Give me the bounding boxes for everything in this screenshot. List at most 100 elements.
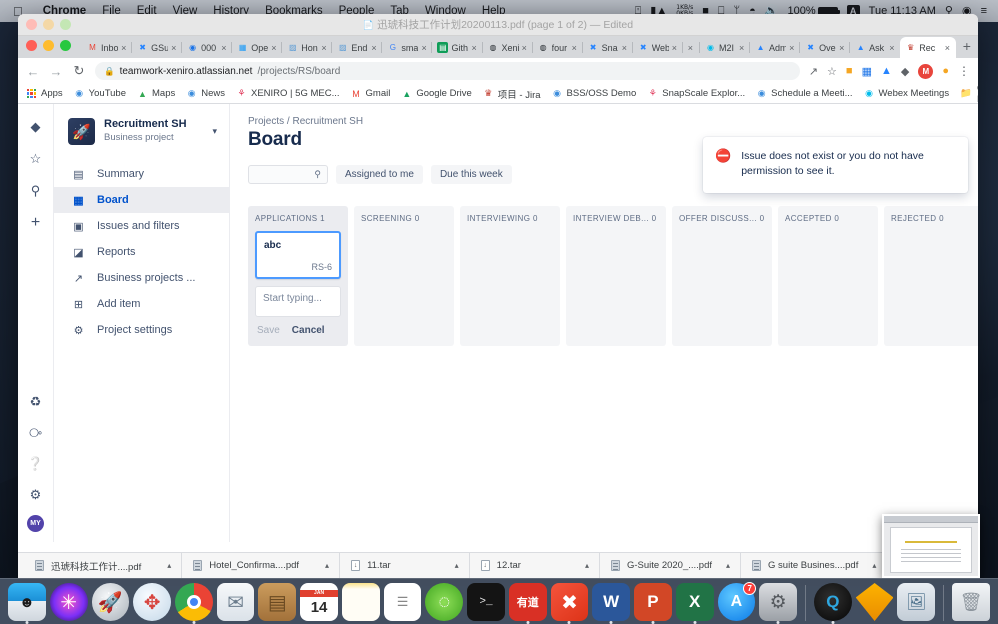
dock-xmind[interactable]: ✖ [551, 583, 589, 621]
tab-close-icon[interactable]: × [421, 43, 428, 53]
bookmark-webex-meetings[interactable]: ◉Webex Meetings [864, 88, 950, 99]
tab-6[interactable]: Gsma× [382, 37, 432, 58]
tab-8[interactable]: ◍Xeni× [483, 37, 533, 58]
search-icon[interactable]: ⚲ [25, 180, 47, 202]
dock-calendar[interactable]: JAN14 [300, 583, 338, 621]
dock-launchpad[interactable]: 🚀 [92, 583, 130, 621]
download-item[interactable]: 12.tar ▴ [469, 553, 599, 579]
dock-reminders[interactable]: ☰ [384, 583, 422, 621]
starred-icon[interactable]: ☆ [25, 148, 47, 170]
chevron-up-icon[interactable]: ▴ [455, 561, 459, 570]
extension-atlassian-icon[interactable]: ▲ [881, 65, 892, 77]
sidebar-item-board[interactable]: ▦ Board [54, 187, 229, 213]
tab-17-active[interactable]: ♛Rec× [900, 37, 956, 58]
bookmark-star-icon[interactable]: ☆ [827, 65, 837, 78]
app-switcher-icon[interactable]: ⧂ [25, 422, 47, 444]
user-avatar[interactable]: MY [27, 515, 44, 532]
dock-quicktime[interactable]: Q [814, 583, 852, 621]
dock-finder[interactable]: ☻ [8, 583, 46, 621]
dock-powerpoint[interactable]: P [634, 583, 672, 621]
chrome-window-controls[interactable] [26, 40, 71, 51]
tab-close-icon[interactable]: × [121, 43, 128, 53]
bookmark-jira-projects[interactable]: ♛项目 - Jira [483, 87, 541, 101]
sidebar-item-issues-and-filters[interactable]: ▣ Issues and filters [54, 213, 229, 239]
tab-16[interactable]: ▲Ask× [850, 37, 900, 58]
chevron-up-icon[interactable]: ▴ [726, 561, 730, 570]
tab-4[interactable]: ▨Hon× [282, 37, 332, 58]
tab-0[interactable]: MInbo× [82, 37, 132, 58]
bookmark-google-drive[interactable]: ▲Google Drive [401, 88, 471, 99]
bookmark-gmail[interactable]: MGmail [351, 88, 391, 99]
profile-avatar[interactable]: M [918, 64, 933, 79]
back-arrow-icon[interactable]: ← [26, 64, 40, 79]
forward-arrow-icon[interactable]: → [49, 64, 63, 79]
extension-dark-icon[interactable]: ◆ [901, 65, 909, 78]
tab-close-icon[interactable]: × [221, 43, 228, 53]
extension-orange-icon[interactable]: ■ [846, 65, 853, 77]
extension-blue-icon[interactable]: ▦ [862, 65, 872, 78]
new-issue-input[interactable]: Start typing... [255, 286, 341, 317]
tab-strip[interactable]: MInbo× ✖GSu× ◉000× ▦Ope× ▨Hon× ▨End× Gsm… [18, 36, 978, 58]
dock-contacts[interactable]: ▤ [258, 583, 296, 621]
sidebar-item-business-projects[interactable]: ↗ Business projects ... [54, 265, 229, 291]
tab-1[interactable]: ✖GSu× [132, 37, 182, 58]
board-column-screening[interactable]: SCREENING 0 [354, 206, 454, 346]
fullscreen-button[interactable] [60, 40, 71, 51]
update-icon[interactable]: ● [942, 65, 949, 77]
tab-close-icon[interactable]: × [945, 43, 952, 53]
tab-close-icon[interactable]: × [271, 43, 278, 53]
dock-word[interactable]: W [592, 583, 630, 621]
dock-sketch[interactable] [856, 583, 894, 621]
board-column-applications[interactable]: APPLICATIONS 1 abc RS-6 Start typing... … [248, 206, 348, 346]
close-button[interactable] [26, 40, 37, 51]
dock-safari[interactable]: ✥ [133, 583, 171, 621]
sidebar-item-add-item[interactable]: ⊞ Add item [54, 291, 229, 317]
sidebar-item-project-settings[interactable]: ⚙ Project settings [54, 317, 229, 343]
minimize-button[interactable] [43, 40, 54, 51]
filter-assigned-to-me-button[interactable]: Assigned to me [336, 165, 423, 184]
tab-close-icon[interactable]: × [889, 43, 896, 53]
feedback-icon[interactable]: ♻ [25, 391, 47, 413]
tab-3[interactable]: ▦Ope× [232, 37, 282, 58]
tab-10[interactable]: ✖Sna× [583, 37, 633, 58]
dock-preview[interactable]: 🖼 [897, 583, 935, 621]
bookmark-snapscale[interactable]: ⚘SnapScale Explor... [647, 88, 745, 99]
dock-excel[interactable]: X [676, 583, 714, 621]
bookmark-xeniro[interactable]: ⚘XENIRO | 5G MEC... [236, 88, 340, 99]
tab-close-icon[interactable]: × [672, 43, 679, 53]
tab-14[interactable]: ▲Adm× [750, 37, 800, 58]
bookmark-youtube[interactable]: ◉YouTube [74, 88, 126, 99]
tab-13[interactable]: ◉M2I× [700, 37, 750, 58]
tab-close-icon[interactable]: × [688, 43, 695, 53]
tab-close-icon[interactable]: × [321, 43, 328, 53]
board-column-interview-debrief[interactable]: INTERVIEW DEB... 0 [566, 206, 666, 346]
new-tab-button[interactable]: + [956, 38, 978, 56]
sidebar-item-reports[interactable]: ◪ Reports [54, 239, 229, 265]
download-item[interactable]: 迅琥科技工作计....pdf ▴ [24, 553, 181, 579]
tab-15[interactable]: ✖Ove× [800, 37, 850, 58]
chevron-up-icon[interactable]: ▴ [585, 561, 589, 570]
bookmark-news[interactable]: ◉News [186, 88, 225, 99]
download-item[interactable]: 11.tar ▴ [339, 553, 469, 579]
bookmark-apps[interactable]: Apps [26, 88, 63, 99]
help-icon[interactable]: ❔ [25, 453, 47, 475]
save-button[interactable]: Save [257, 325, 280, 336]
cancel-button[interactable]: Cancel [292, 325, 325, 336]
tab-5[interactable]: ▨End× [332, 37, 382, 58]
chevron-down-icon[interactable]: ▾ [212, 126, 217, 137]
bookmark-schedule-meeting[interactable]: ◉Schedule a Meeti... [756, 88, 852, 99]
issue-card[interactable]: abc RS-6 [255, 231, 341, 279]
reload-icon[interactable]: ↻ [72, 63, 86, 79]
dock-terminal[interactable]: >_ [467, 583, 505, 621]
address-bar[interactable]: 🔒 teamwork-xeniro.atlassian.net/projects… [95, 62, 800, 80]
download-item[interactable]: G-Suite 2020_....pdf ▴ [599, 553, 740, 579]
dock-system-preferences[interactable]: ⚙ [759, 583, 797, 621]
tab-close-icon[interactable]: × [789, 43, 796, 53]
dock-trash[interactable]: 🗑 [952, 583, 990, 621]
breadcrumb-projects[interactable]: Projects [248, 116, 284, 127]
chevron-up-icon[interactable]: ▴ [872, 561, 876, 570]
dock-mail[interactable]: ✉ [217, 583, 255, 621]
preview-window-thumbnail[interactable] [882, 514, 980, 578]
kebab-menu-icon[interactable]: ⋮ [958, 64, 970, 78]
filter-due-this-week-button[interactable]: Due this week [431, 165, 512, 184]
